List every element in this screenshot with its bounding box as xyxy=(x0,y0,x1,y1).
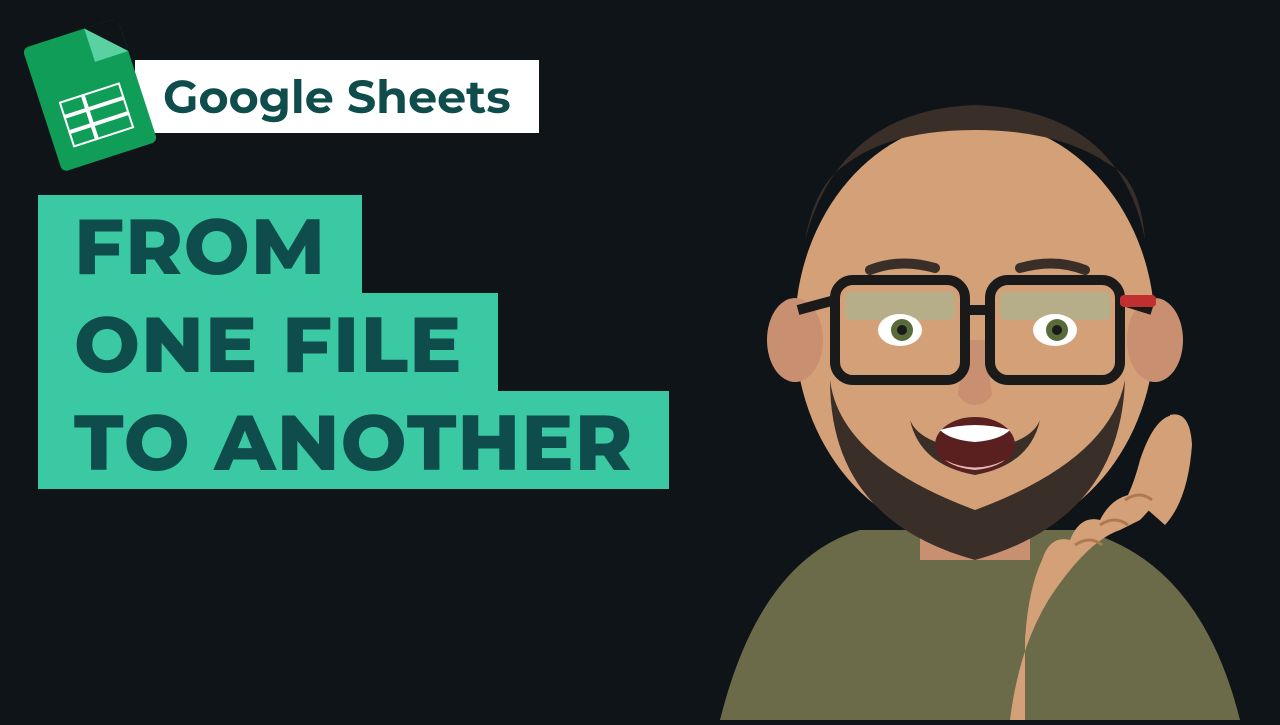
presenter-photo xyxy=(580,0,1280,720)
title-line-1: FROM xyxy=(38,195,362,293)
title-line-3: TO ANOTHER xyxy=(38,391,669,489)
main-title: FROM ONE FILE TO ANOTHER xyxy=(38,195,669,489)
header-label: Google Sheets xyxy=(135,60,539,133)
google-sheets-icon xyxy=(22,18,157,173)
title-line-2: ONE FILE xyxy=(38,293,498,391)
